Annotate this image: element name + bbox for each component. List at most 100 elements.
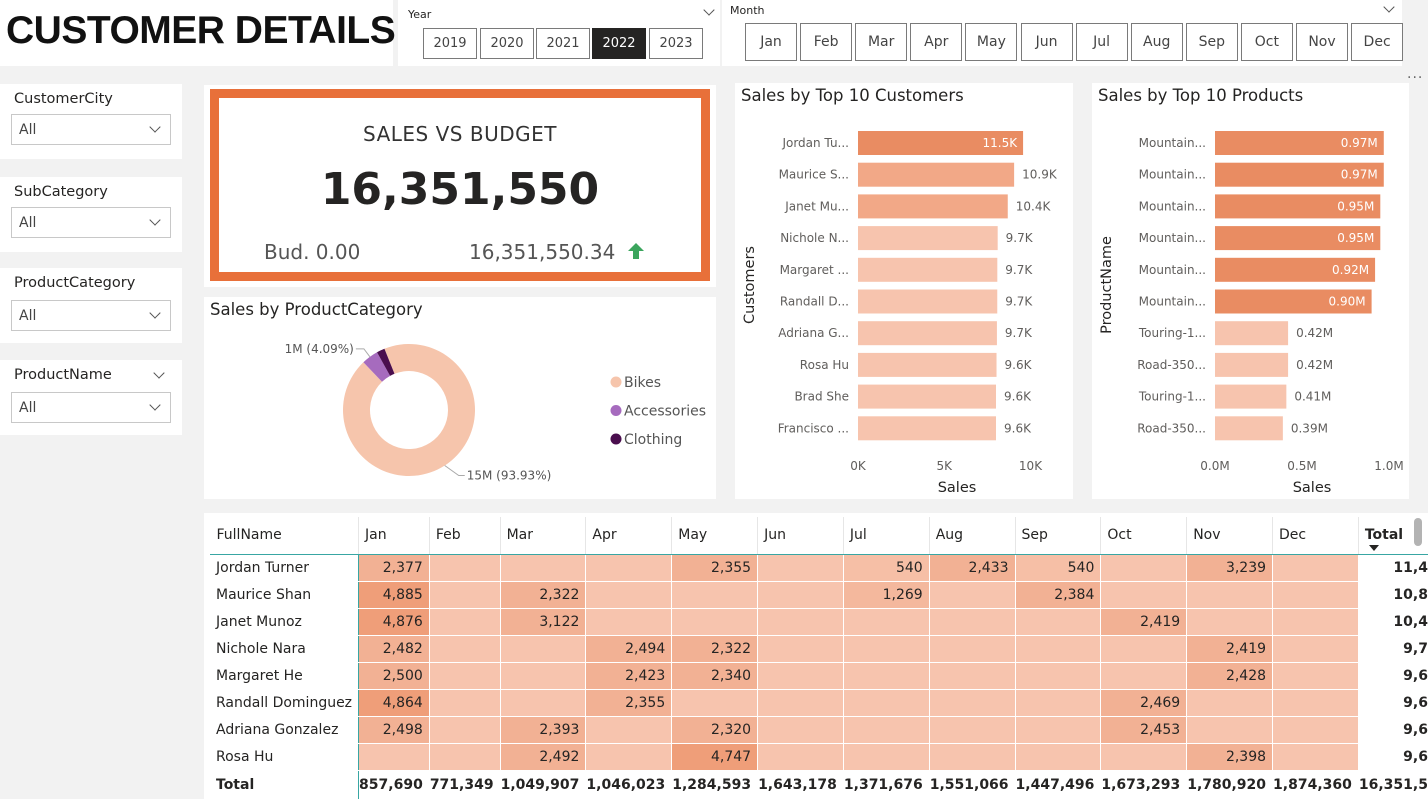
label-leader-line — [355, 348, 371, 358]
column-header-feb[interactable]: Feb — [428, 517, 501, 555]
column-header-jul[interactable]: Jul — [842, 517, 930, 555]
month-tile-dec[interactable]: Dec — [1351, 23, 1404, 61]
year-tile-2019[interactable]: 2019 — [423, 28, 477, 59]
table-cell — [1014, 742, 1102, 771]
more-options-icon[interactable]: ... — [1407, 66, 1423, 82]
bar[interactable] — [858, 194, 1008, 219]
bar[interactable] — [1215, 321, 1289, 346]
subcategory-dropdown[interactable]: All — [11, 207, 171, 238]
column-header-mar[interactable]: Mar — [499, 517, 586, 555]
month-tile-mar[interactable]: Mar — [855, 23, 908, 61]
month-tile-feb[interactable]: Feb — [800, 23, 853, 61]
customer-sales-matrix[interactable]: FullName Jan Feb Mar Apr May Jun Jul Aug Sep Oct No… — [204, 513, 1428, 799]
month-tile-jun[interactable]: Jun — [1020, 23, 1073, 61]
table-row[interactable]: Rosa Hu 2,492 4,747 2,398 9,637 — [209, 742, 1428, 771]
column-header-apr[interactable]: Apr — [585, 517, 672, 555]
bar[interactable] — [858, 162, 1015, 187]
month-tile-apr[interactable]: Apr — [910, 23, 963, 61]
table-scrollbar[interactable] — [1414, 518, 1422, 546]
product-category-chart[interactable]: Sales by ProductCategory 15M (93.93%) 1M … — [204, 297, 716, 499]
bar[interactable] — [1215, 416, 1283, 441]
table-cell: 2,433 — [928, 553, 1016, 582]
table-cell: 2,384 — [1014, 580, 1102, 609]
slice-bikes[interactable] — [343, 344, 475, 476]
column-header-jan[interactable]: Jan — [358, 517, 430, 555]
table-cell — [1272, 742, 1359, 771]
chevron-down-icon[interactable] — [1383, 1, 1395, 13]
month-tile-jul[interactable]: Jul — [1075, 23, 1128, 61]
top-products-chart[interactable]: Sales by Top 10 Products Mountain... 0.97… — [1092, 83, 1409, 499]
legend-marker-clothing — [610, 433, 622, 445]
slice-label-bikes: 15M (93.93%) — [467, 468, 552, 482]
bar[interactable] — [1215, 384, 1287, 409]
kpi-title: SALES VS BUDGET — [363, 122, 557, 146]
product-category-dropdown[interactable]: All — [11, 300, 171, 331]
data-label: 0.39M — [1291, 421, 1328, 435]
category-label: Mountain... — [1139, 263, 1206, 277]
column-header-sep[interactable]: Sep — [1014, 517, 1101, 555]
sales-vs-budget-card[interactable]: SALES VS BUDGET 16,351,550 Bud. 0.00 16,… — [204, 85, 716, 287]
column-header-fullname[interactable]: FullName — [210, 517, 359, 555]
table-cell — [928, 742, 1016, 771]
table-cell — [428, 607, 501, 636]
year-tile-2021[interactable]: 2021 — [536, 28, 590, 59]
category-label: Rosa Hu — [800, 358, 849, 372]
year-tile-2023[interactable]: 2023 — [649, 28, 703, 59]
table-cell — [499, 634, 587, 663]
bar[interactable] — [858, 289, 998, 314]
month-tile-sep[interactable]: Sep — [1185, 23, 1238, 61]
product-name-dropdown[interactable]: All — [11, 392, 171, 423]
data-label: 0.42M — [1296, 326, 1333, 340]
customer-city-dropdown[interactable]: All — [11, 114, 171, 145]
table-cell — [1186, 715, 1274, 744]
table-cell — [757, 607, 844, 636]
column-header-may[interactable]: May — [671, 517, 758, 555]
table-cell — [1272, 607, 1359, 636]
table-row[interactable]: Randall Dominguez4,864 2,355 2,469 9,688 — [209, 688, 1428, 717]
table-cell — [842, 715, 930, 744]
bar[interactable] — [858, 384, 996, 409]
table-row[interactable]: Maurice Shan4,885 2,322 1,269 2,384 10,861 — [209, 580, 1428, 609]
month-tile-may[interactable]: May — [965, 23, 1018, 61]
table-row[interactable]: Adriana Gonzalez2,498 2,393 2,320 2,453 9,66… — [209, 715, 1428, 744]
year-tile-2020[interactable]: 2020 — [480, 28, 534, 59]
month-tile-oct[interactable]: Oct — [1240, 23, 1293, 61]
table-row[interactable]: Jordan Turner 2,377 2,355 540 2,433 540 3,239 1… — [209, 553, 1428, 582]
chevron-down-icon[interactable] — [153, 367, 165, 379]
label-leader-line — [444, 465, 465, 476]
data-label: 0.97M — [1341, 136, 1378, 150]
bar[interactable] — [858, 321, 997, 346]
product-name-slicer: ProductName All — [0, 360, 182, 435]
tick-label: 0.0M — [1200, 459, 1229, 473]
table-row[interactable]: Janet Munoz4,876 3,122 2,419 10,418 — [209, 607, 1428, 636]
column-header-nov[interactable]: Nov — [1186, 517, 1273, 555]
bar[interactable] — [1215, 352, 1289, 377]
row-name: Adriana Gonzalez — [209, 715, 360, 744]
table-row[interactable]: Margaret He2,500 2,4232,340 2,428 9,691 — [209, 661, 1428, 690]
table-cell: 2,492 — [499, 742, 587, 771]
bar[interactable] — [858, 226, 998, 251]
top-customers-chart[interactable]: Sales by Top 10 Customers Jordan Tu... 11… — [735, 83, 1073, 499]
table-cell — [1014, 688, 1102, 717]
table-cell — [928, 634, 1016, 663]
bar[interactable] — [858, 416, 996, 441]
bar[interactable] — [858, 352, 997, 377]
table-row[interactable]: Nichole Nara2,482 2,4942,322 2,419 9,717 — [209, 634, 1428, 663]
month-tile-nov[interactable]: Nov — [1296, 23, 1348, 61]
column-header-jun[interactable]: Jun — [757, 517, 844, 555]
total-row-label: Total — [209, 769, 360, 799]
column-header-oct[interactable]: Oct — [1100, 517, 1187, 555]
column-header-dec[interactable]: Dec — [1272, 517, 1359, 555]
month-tile-jan[interactable]: Jan — [745, 23, 797, 61]
bar[interactable] — [858, 257, 998, 282]
table-cell — [928, 580, 1016, 609]
column-header-aug[interactable]: Aug — [928, 517, 1016, 555]
chevron-down-icon[interactable] — [703, 4, 715, 16]
category-label: Mountain... — [1139, 199, 1206, 213]
month-tile-aug[interactable]: Aug — [1130, 23, 1183, 61]
table-cell — [842, 661, 930, 690]
data-label: 10.9K — [1022, 168, 1058, 182]
table-cell: 4,747 — [671, 742, 759, 771]
product-category-value: All — [19, 308, 37, 324]
year-tile-2022[interactable]: 2022 — [592, 28, 646, 59]
